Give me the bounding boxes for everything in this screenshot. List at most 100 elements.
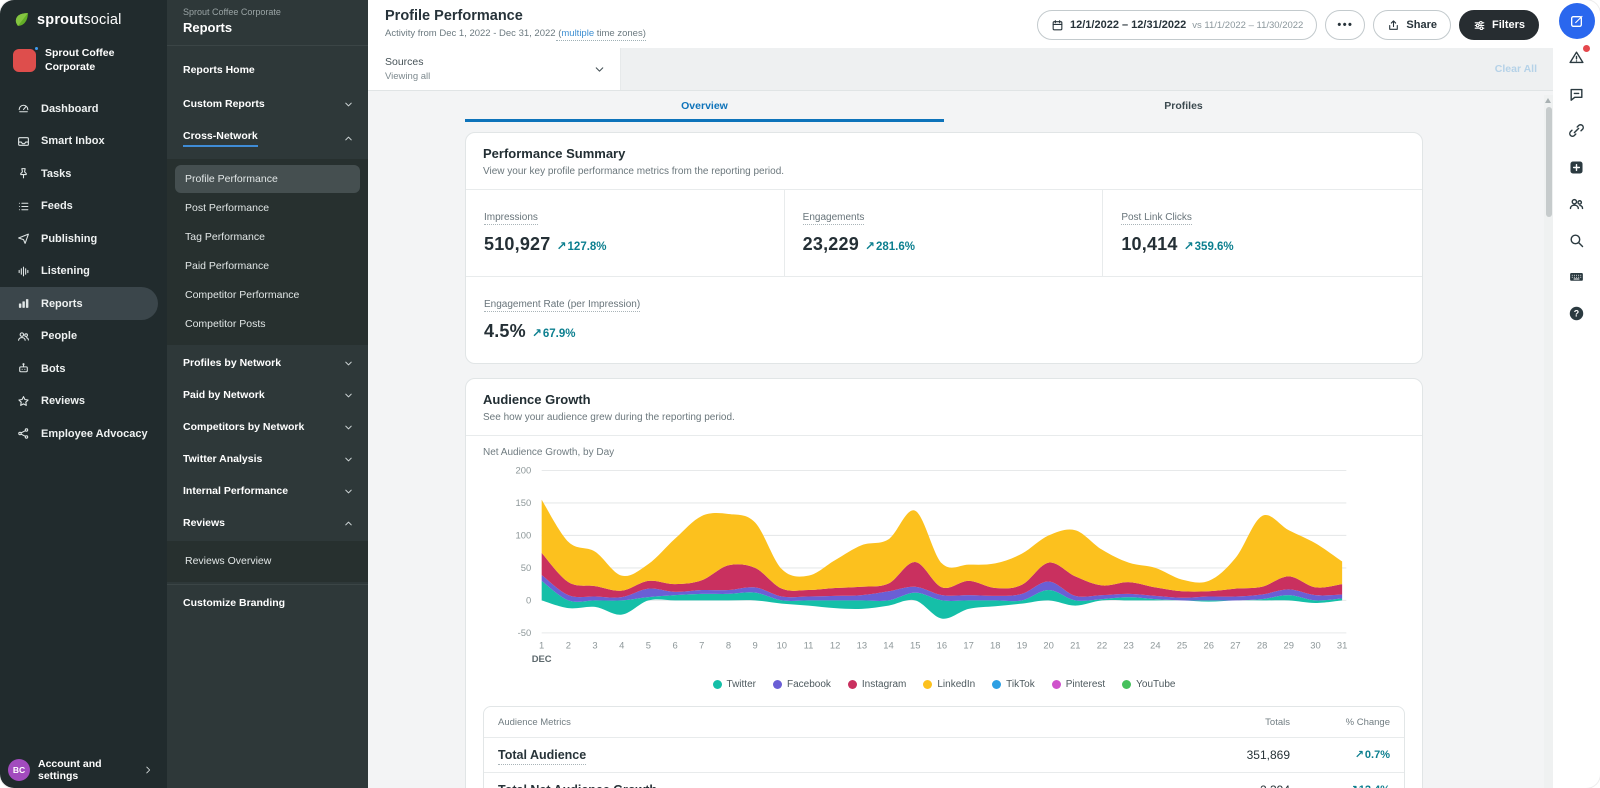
filters-button[interactable]: Filters xyxy=(1459,10,1539,40)
more-options-button[interactable]: ••• xyxy=(1325,10,1365,40)
chevron-down-icon xyxy=(343,390,354,401)
reports-nav-reports-home[interactable]: Reports Home xyxy=(167,52,368,88)
primary-nav: DashboardSmart InboxTasksFeeds Publishing… xyxy=(0,88,167,750)
reports-nav-section-profiles-by-network[interactable]: Profiles by Network xyxy=(167,347,368,379)
reports-nav-group: Reviews Overview xyxy=(167,541,368,582)
sidebar-item-people[interactable]: People xyxy=(0,320,158,353)
metric-name-text[interactable]: Total Net Audience Growth xyxy=(498,783,657,788)
main-panel: Profile Performance Activity from Dec 1,… xyxy=(368,0,1553,788)
reports-nav-section-twitter-analysis[interactable]: Twitter Analysis xyxy=(167,443,368,475)
legend-item-pinterest[interactable]: Pinterest xyxy=(1052,679,1105,690)
reports-nav-section-internal-performance[interactable]: Internal Performance xyxy=(167,475,368,507)
date-range-button[interactable]: 12/1/2022 – 12/31/2022 vs 11/1/2022 – 11… xyxy=(1037,10,1317,40)
legend-label: TikTok xyxy=(1006,679,1035,690)
reports-sidebar: Sprout Coffee Corporate Reports Reports … xyxy=(167,0,368,788)
reports-nav-post-performance[interactable]: Post Performance xyxy=(175,194,360,222)
sidebar-item-publishing[interactable]: Publishing xyxy=(0,222,158,255)
legend-dot xyxy=(1052,680,1061,689)
metric-change: 67.9% xyxy=(543,328,576,340)
sidebar-item-reports[interactable]: Reports xyxy=(0,287,158,320)
sprout-logo[interactable]: sproutsocial xyxy=(0,0,167,41)
metric-label[interactable]: Post Link Clicks xyxy=(1121,212,1192,225)
metric-name-text[interactable]: Total Audience xyxy=(498,748,586,765)
legend-label: Facebook xyxy=(787,679,831,690)
feeds-icon xyxy=(17,200,30,213)
share-button[interactable]: Share xyxy=(1373,10,1451,40)
listening-icon xyxy=(17,265,30,278)
advocacy-icon xyxy=(17,427,30,440)
tab-overview[interactable]: Overview xyxy=(465,91,944,122)
rail-messages-button[interactable] xyxy=(1559,76,1595,112)
metric-value: 10,414 xyxy=(1121,234,1177,255)
legend-item-twitter[interactable]: Twitter xyxy=(713,679,756,690)
compose-icon xyxy=(1569,13,1585,29)
metric-total: 2,394 xyxy=(1170,783,1290,788)
metric-label[interactable]: Impressions xyxy=(484,212,538,225)
reports-nav-reviews-overview[interactable]: Reviews Overview xyxy=(175,547,360,575)
reports-nav-section-cross-network[interactable]: Cross-Network xyxy=(167,120,368,157)
account-settings[interactable]: BC Account and settings xyxy=(0,750,167,788)
legend-item-instagram[interactable]: Instagram xyxy=(848,679,906,690)
reports-nav-competitor-posts[interactable]: Competitor Posts xyxy=(175,310,360,338)
rail-search-button[interactable] xyxy=(1559,222,1595,258)
sidebar-item-label: Publishing xyxy=(41,233,97,245)
legend-item-linkedin[interactable]: LinkedIn xyxy=(923,679,975,690)
timezones-link[interactable]: multiple xyxy=(561,28,594,39)
reports-nav-profile-performance[interactable]: Profile Performance xyxy=(175,165,360,193)
workspace-switcher[interactable]: Sprout Coffee Corporate xyxy=(0,41,167,88)
tab-profiles[interactable]: Profiles xyxy=(944,91,1423,122)
metric-label[interactable]: Engagements xyxy=(803,212,865,225)
sidebar-item-bots[interactable]: Bots xyxy=(0,352,158,385)
reports-nav-section-paid-by-network[interactable]: Paid by Network xyxy=(167,379,368,411)
sliders-icon xyxy=(1473,19,1486,32)
sidebar-item-dashboard[interactable]: Dashboard xyxy=(0,92,158,125)
reports-nav-tag-performance[interactable]: Tag Performance xyxy=(175,223,360,251)
sidebar-item-label: Reviews xyxy=(41,395,85,407)
reports-nav-competitor-performance[interactable]: Competitor Performance xyxy=(175,281,360,309)
svg-text:17: 17 xyxy=(963,640,973,651)
rail-compose-button[interactable] xyxy=(1559,3,1595,39)
svg-text:100: 100 xyxy=(515,530,531,541)
svg-text:11: 11 xyxy=(804,640,814,651)
rail-help-button[interactable]: ? xyxy=(1559,295,1595,331)
sidebar-item-employee-advocacy[interactable]: Employee Advocacy xyxy=(0,417,158,450)
legend-label: Instagram xyxy=(862,679,906,690)
audience-growth-card: Audience Growth See how your audience gr… xyxy=(465,378,1423,788)
sidebar-item-smart-inbox[interactable]: Smart Inbox xyxy=(0,125,158,158)
metric-total: 351,869 xyxy=(1170,748,1290,762)
rail-team-button[interactable] xyxy=(1559,186,1595,222)
metric-engagement-rate-per-impression: Engagement Rate (per Impression)4.5%↗67.… xyxy=(466,276,1422,363)
legend-label: LinkedIn xyxy=(937,679,975,690)
svg-text:29: 29 xyxy=(1284,640,1294,651)
audience-growth-title: Audience Growth xyxy=(483,392,1405,407)
scrollbar-up-arrow[interactable] xyxy=(1545,98,1551,103)
reports-nav-paid-performance[interactable]: Paid Performance xyxy=(175,252,360,280)
legend-item-facebook[interactable]: Facebook xyxy=(773,679,831,690)
reports-nav-customize-branding[interactable]: Customize Branding xyxy=(167,584,368,621)
reports-nav-section-competitors-by-network[interactable]: Competitors by Network xyxy=(167,411,368,443)
rail-alerts-button[interactable] xyxy=(1559,40,1595,76)
reports-nav-section-custom-reports[interactable]: Custom Reports xyxy=(167,88,368,120)
page-title: Profile Performance xyxy=(385,8,646,24)
smart-inbox-icon xyxy=(17,135,30,148)
scrollbar[interactable] xyxy=(1544,95,1553,788)
rail-keyboard-button[interactable] xyxy=(1559,259,1595,295)
sidebar-item-feeds[interactable]: Feeds xyxy=(0,190,158,223)
metric-label[interactable]: Engagement Rate (per Impression) xyxy=(484,299,640,312)
rail-add-button[interactable] xyxy=(1559,149,1595,185)
sources-dropdown[interactable]: Sources Viewing all xyxy=(368,48,621,90)
legend-item-tiktok[interactable]: TikTok xyxy=(992,679,1035,690)
scrollbar-thumb[interactable] xyxy=(1546,107,1552,217)
reports-nav-section-reviews[interactable]: Reviews xyxy=(167,507,368,539)
sidebar-item-tasks[interactable]: Tasks xyxy=(0,157,158,190)
svg-text:16: 16 xyxy=(937,640,947,651)
legend-item-youtube[interactable]: YouTube xyxy=(1122,679,1175,690)
svg-text:DEC: DEC xyxy=(532,653,552,664)
sidebar-item-reviews[interactable]: Reviews xyxy=(0,385,158,418)
rail-link-button[interactable] xyxy=(1559,113,1595,149)
section-label: Custom Reports xyxy=(183,98,265,110)
chart-legend: Twitter Facebook Instagram LinkedIn TikTok Pi… xyxy=(483,675,1405,700)
clear-all-link[interactable]: Clear All xyxy=(1495,63,1553,75)
sidebar-item-listening[interactable]: Listening xyxy=(0,255,158,288)
sources-value: Viewing all xyxy=(385,71,430,82)
